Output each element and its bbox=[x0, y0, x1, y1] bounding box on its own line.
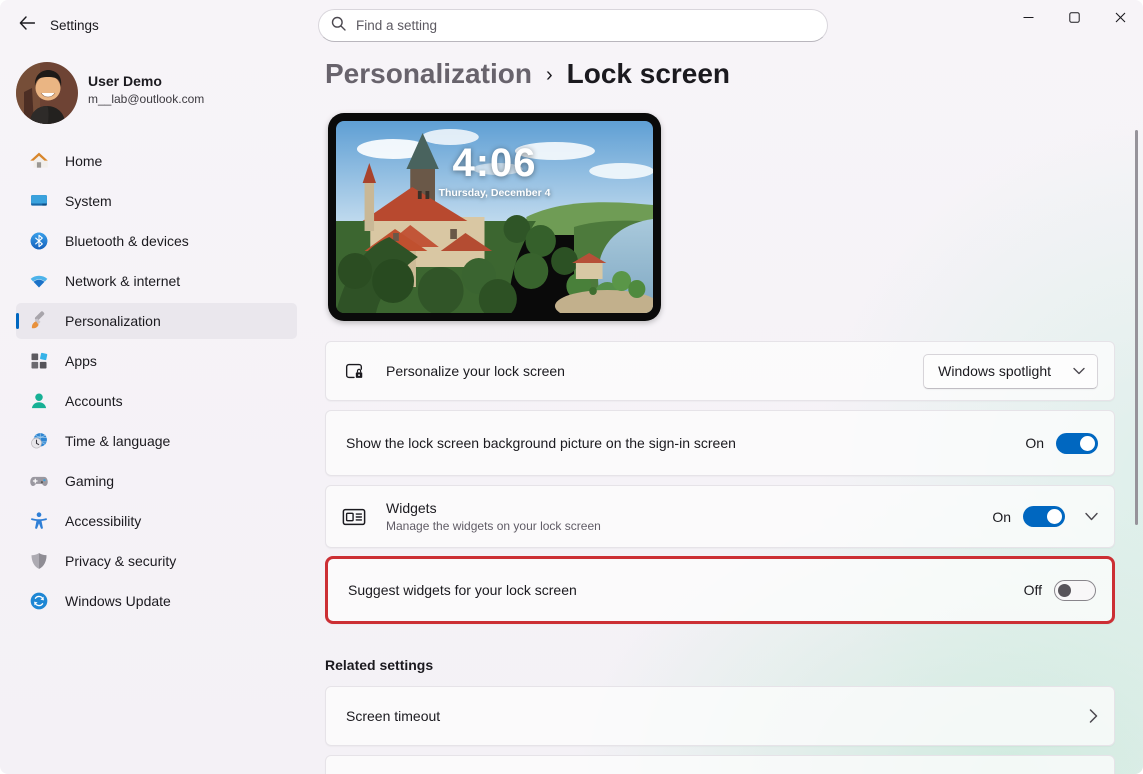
gaming-icon bbox=[29, 471, 49, 491]
lock-screen-mode-dropdown[interactable]: Windows spotlight bbox=[923, 354, 1098, 389]
maximize-icon bbox=[1069, 12, 1080, 23]
partial-card[interactable] bbox=[325, 755, 1115, 774]
setting-label: Screen timeout bbox=[346, 708, 440, 724]
sidebar-item-gaming[interactable]: Gaming bbox=[16, 463, 297, 499]
system-icon bbox=[29, 191, 49, 211]
expand-chevron-icon[interactable] bbox=[1085, 512, 1098, 521]
home-icon bbox=[29, 151, 49, 171]
suggest-widgets-card: Suggest widgets for your lock screen Off bbox=[325, 556, 1115, 624]
setting-description: Manage the widgets on your lock screen bbox=[386, 519, 601, 533]
toggle-state-label: On bbox=[992, 509, 1011, 525]
setting-label: Show the lock screen background picture … bbox=[346, 435, 736, 451]
personalize-lock-screen-card: Personalize your lock screen Windows spo… bbox=[325, 341, 1115, 401]
accessibility-icon bbox=[29, 511, 49, 531]
breadcrumb-parent[interactable]: Personalization bbox=[325, 58, 532, 90]
settings-window: Settings User Demo m__lab@outl bbox=[0, 0, 1143, 774]
personalization-icon bbox=[29, 311, 49, 331]
time-language-icon bbox=[29, 431, 49, 451]
bluetooth-icon bbox=[29, 231, 49, 251]
chevron-right-icon bbox=[1089, 709, 1098, 723]
window-controls bbox=[1005, 0, 1143, 34]
sidebar-item-label: Privacy & security bbox=[65, 553, 176, 569]
sidebar-item-home[interactable]: Home bbox=[16, 143, 297, 179]
profile-email: m__lab@outlook.com bbox=[88, 92, 204, 106]
sign-in-background-toggle[interactable] bbox=[1056, 433, 1098, 454]
page-title: Lock screen bbox=[567, 58, 730, 90]
sidebar-item-label: System bbox=[65, 193, 112, 209]
setting-label: Suggest widgets for your lock screen bbox=[348, 582, 577, 598]
minimize-icon bbox=[1023, 12, 1034, 23]
search-input[interactable] bbox=[356, 18, 815, 33]
sidebar-item-label: Windows Update bbox=[65, 593, 171, 609]
lock-screen-preview: 4:06 Thursday, December 4 bbox=[328, 113, 661, 321]
widgets-icon bbox=[342, 505, 366, 529]
breadcrumb-separator-icon: › bbox=[546, 61, 553, 87]
accounts-icon bbox=[29, 391, 49, 411]
sidebar-item-windows-update[interactable]: Windows Update bbox=[16, 583, 297, 619]
sidebar-item-network[interactable]: Network & internet bbox=[16, 263, 297, 299]
minimize-button[interactable] bbox=[1005, 0, 1051, 34]
maximize-button[interactable] bbox=[1051, 0, 1097, 34]
back-button[interactable] bbox=[12, 12, 42, 38]
related-settings-heading: Related settings bbox=[325, 657, 433, 673]
app-title: Settings bbox=[50, 18, 99, 33]
sidebar-item-apps[interactable]: Apps bbox=[16, 343, 297, 379]
sidebar-item-time-language[interactable]: Time & language bbox=[16, 423, 297, 459]
sidebar-item-label: Apps bbox=[65, 353, 97, 369]
widgets-card: Widgets Manage the widgets on your lock … bbox=[325, 485, 1115, 548]
search-box[interactable] bbox=[318, 9, 828, 42]
toggle-state-label: Off bbox=[1024, 582, 1042, 598]
network-icon bbox=[29, 271, 49, 291]
preview-date: Thursday, December 4 bbox=[336, 187, 653, 199]
setting-label: Personalize your lock screen bbox=[386, 363, 565, 379]
sidebar-item-label: Bluetooth & devices bbox=[65, 233, 189, 249]
privacy-icon bbox=[29, 551, 49, 571]
back-arrow-icon bbox=[19, 16, 35, 35]
screen-lock-icon bbox=[342, 359, 366, 383]
suggest-widgets-toggle[interactable] bbox=[1054, 580, 1096, 601]
sidebar-item-accessibility[interactable]: Accessibility bbox=[16, 503, 297, 539]
sidebar-item-label: Time & language bbox=[65, 433, 170, 449]
avatar[interactable] bbox=[16, 62, 78, 124]
breadcrumb: Personalization › Lock screen bbox=[325, 58, 730, 90]
sidebar-item-label: Accessibility bbox=[65, 513, 141, 529]
close-button[interactable] bbox=[1097, 0, 1143, 34]
lock-screen-image: 4:06 Thursday, December 4 bbox=[336, 121, 653, 313]
sidebar-item-label: Personalization bbox=[65, 313, 161, 329]
chevron-down-icon bbox=[1073, 367, 1085, 375]
sidebar-item-accounts[interactable]: Accounts bbox=[16, 383, 297, 419]
dropdown-value: Windows spotlight bbox=[938, 363, 1051, 379]
sign-in-background-card: Show the lock screen background picture … bbox=[325, 410, 1115, 476]
close-icon bbox=[1115, 12, 1126, 23]
scrollbar-thumb[interactable] bbox=[1135, 130, 1138, 525]
windows-update-icon bbox=[29, 591, 49, 611]
setting-label: Widgets bbox=[386, 500, 601, 516]
sidebar-item-label: Gaming bbox=[65, 473, 114, 489]
profile-name: User Demo bbox=[88, 73, 162, 89]
preview-clock: 4:06 bbox=[336, 141, 653, 186]
toggle-state-label: On bbox=[1025, 435, 1044, 451]
sidebar-item-bluetooth[interactable]: Bluetooth & devices bbox=[16, 223, 297, 259]
sidebar-item-label: Home bbox=[65, 153, 102, 169]
sidebar-nav: Home System Bluetooth & devices Network … bbox=[16, 143, 297, 623]
screen-timeout-card[interactable]: Screen timeout bbox=[325, 686, 1115, 746]
sidebar-item-system[interactable]: System bbox=[16, 183, 297, 219]
sidebar-item-privacy[interactable]: Privacy & security bbox=[16, 543, 297, 579]
search-icon bbox=[331, 16, 346, 36]
widgets-toggle[interactable] bbox=[1023, 506, 1065, 527]
sidebar-item-personalization[interactable]: Personalization bbox=[16, 303, 297, 339]
sidebar-item-label: Accounts bbox=[65, 393, 123, 409]
sidebar-item-label: Network & internet bbox=[65, 273, 180, 289]
apps-icon bbox=[29, 351, 49, 371]
